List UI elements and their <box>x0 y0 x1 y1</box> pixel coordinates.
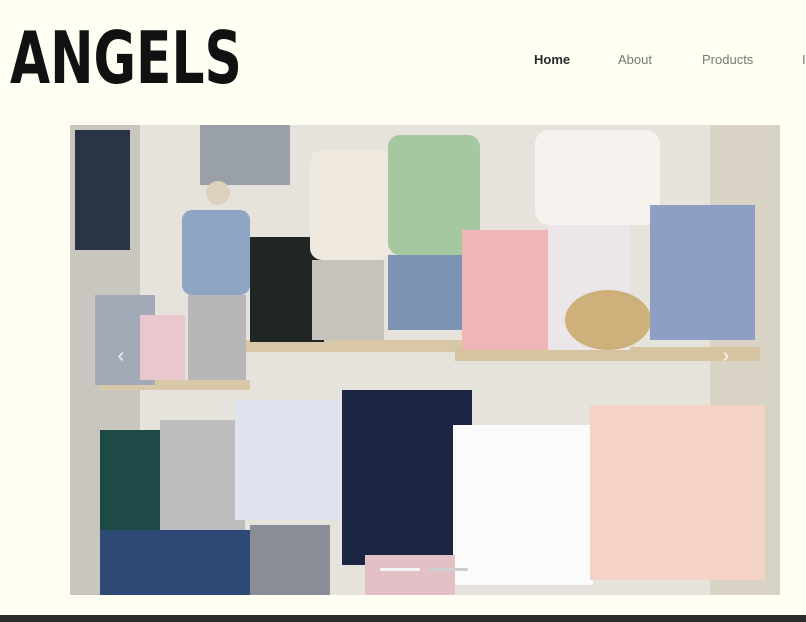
hero-slideshow-image[interactable] <box>70 125 780 595</box>
store-display-photo <box>70 125 780 595</box>
nav-products[interactable]: Products <box>702 52 753 67</box>
nav-home[interactable]: Home <box>534 52 570 67</box>
page: ANGELS Home About Products I ‹ › <box>0 0 806 622</box>
bottom-edge-bar <box>0 615 806 622</box>
slide-indicator-1[interactable] <box>380 568 420 571</box>
slide-indicator-2[interactable] <box>428 568 468 571</box>
chevron-right-icon: › <box>722 345 730 367</box>
slideshow-indicators <box>380 567 500 573</box>
chevron-left-icon: ‹ <box>117 345 125 367</box>
brand-logo[interactable]: ANGELS <box>10 22 242 94</box>
slideshow-next-button[interactable]: › <box>717 345 735 367</box>
slideshow-prev-button[interactable]: ‹ <box>112 345 130 367</box>
nav-about[interactable]: About <box>618 52 652 67</box>
main-nav: Home About Products I <box>534 52 806 72</box>
nav-more[interactable]: I <box>802 52 806 67</box>
